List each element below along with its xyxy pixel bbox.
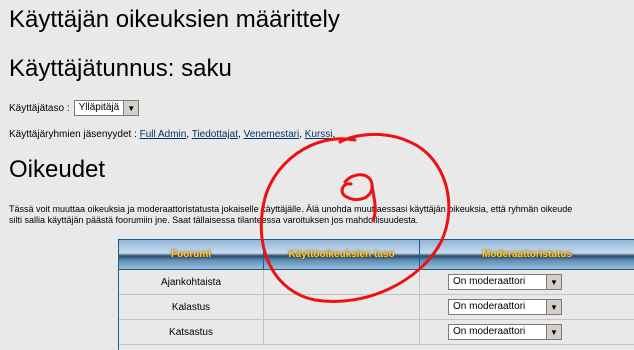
- column-header-moderator: Moderaattoristatus: [420, 240, 634, 270]
- group-link-kurssi[interactable]: Kurssi: [305, 129, 333, 140]
- table-row: Kalastus On moderaattori ▼: [119, 295, 634, 320]
- permissions-table: Foorumi Käyttöoikeuksien taso Moderaatto…: [118, 239, 634, 350]
- group-link-tiedottajat[interactable]: Tiedottajat: [192, 129, 238, 140]
- moderator-select[interactable]: On moderaattori ▼: [448, 324, 562, 340]
- user-level-select[interactable]: Ylläpitäjä ▼: [73, 100, 140, 116]
- group-link-venemestari[interactable]: Venemestari: [244, 129, 300, 140]
- column-header-forum: Foorumi: [119, 240, 264, 270]
- permissions-intro: Tässä voit muuttaa oikeuksia ja moderaat…: [9, 204, 634, 226]
- table-row: Katsastus On moderaattori ▼: [119, 320, 634, 345]
- user-level-label: Käyttäjätaso :: [9, 102, 70, 114]
- user-level-value: Ylläpitäjä: [78, 102, 120, 113]
- chevron-down-icon[interactable]: ▼: [546, 275, 561, 289]
- permissions-heading: Oikeudet: [9, 156, 106, 183]
- table-row: Ajankohtaista On moderaattori ▼: [119, 270, 634, 295]
- access-level-cell: [264, 270, 420, 295]
- access-level-cell: [264, 295, 420, 320]
- forum-name: Ajankohtaista: [119, 270, 264, 295]
- forum-name: Kalastus: [119, 295, 264, 320]
- column-header-access-level: Käyttöoikeuksien taso: [264, 240, 420, 270]
- intro-line: Tässä voit muuttaa oikeuksia ja moderaat…: [9, 204, 573, 214]
- access-level-cell: [264, 320, 420, 345]
- groups-row: Käyttäjäryhmien jäsenyydet : Full Admin,…: [9, 129, 336, 140]
- moderator-cell: On moderaattori ▼: [420, 295, 634, 320]
- moderator-select[interactable]: On moderaattori ▼: [448, 274, 562, 290]
- chevron-down-icon[interactable]: ▼: [546, 325, 561, 339]
- chevron-down-icon[interactable]: ▼: [546, 300, 561, 314]
- groups-label: Käyttäjäryhmien jäsenyydet :: [9, 129, 137, 140]
- forum-name: Katsastus: [119, 320, 264, 345]
- moderator-cell: On moderaattori ▼: [420, 270, 634, 295]
- group-link-full-admin[interactable]: Full Admin: [140, 129, 187, 140]
- page-title: Käyttäjän oikeuksien määrittely: [9, 6, 340, 33]
- moderator-cell: On moderaattori ▼: [420, 320, 634, 345]
- intro-line: silti sallia käyttäjän päästä foorumiin …: [9, 215, 419, 225]
- moderator-select[interactable]: On moderaattori ▼: [448, 299, 562, 315]
- username-heading: Käyttäjätunnus: saku: [9, 55, 232, 82]
- user-level-row: Käyttäjätaso : Ylläpitäjä ▼: [9, 100, 140, 116]
- chevron-down-icon[interactable]: ▼: [123, 101, 139, 115]
- table-header: Foorumi Käyttöoikeuksien taso Moderaatto…: [119, 240, 634, 270]
